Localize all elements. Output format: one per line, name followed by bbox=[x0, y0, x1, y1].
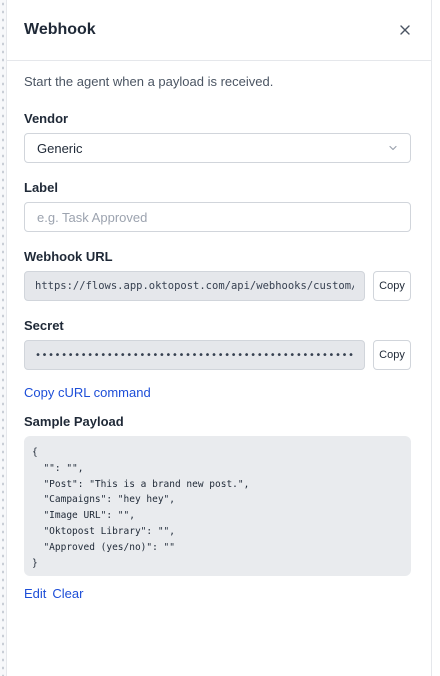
panel-body: Start the agent when a payload is receiv… bbox=[7, 74, 431, 601]
webhook-url-label: Webhook URL bbox=[24, 249, 113, 264]
edit-payload-link[interactable]: Edit bbox=[24, 586, 46, 601]
close-icon bbox=[400, 25, 410, 35]
webhook-settings-panel: Webhook Start the agent when a payload i… bbox=[7, 0, 432, 676]
vendor-label: Vendor bbox=[24, 111, 69, 126]
vendor-selected-value: Generic bbox=[37, 140, 83, 156]
payload-actions: Edit Clear bbox=[24, 586, 411, 601]
copy-curl-command-link[interactable]: Copy cURL command bbox=[24, 385, 411, 400]
secret-field[interactable]: ••••••••••••••••••••••••••••••••••••••••… bbox=[24, 340, 365, 370]
close-button[interactable] bbox=[397, 22, 413, 38]
label-field-label: Label bbox=[24, 180, 58, 195]
webhook-url-value: https://flows.app.oktopost.com/api/webho… bbox=[35, 280, 354, 292]
secret-label: Secret bbox=[24, 318, 64, 333]
panel-header: Webhook bbox=[7, 0, 431, 61]
sample-payload-code: { "": "", "Post": "This is a brand new p… bbox=[24, 436, 411, 576]
label-input[interactable] bbox=[24, 202, 411, 232]
copy-webhook-url-button[interactable]: Copy bbox=[373, 271, 411, 301]
panel-title: Webhook bbox=[24, 21, 96, 38]
panel-description: Start the agent when a payload is receiv… bbox=[24, 74, 274, 89]
sample-payload-label: Sample Payload bbox=[24, 414, 124, 429]
secret-value: ••••••••••••••••••••••••••••••••••••••••… bbox=[35, 349, 354, 361]
canvas-background bbox=[0, 0, 7, 676]
chevron-down-icon bbox=[389, 145, 397, 151]
clear-payload-link[interactable]: Clear bbox=[52, 586, 83, 601]
webhook-url-field[interactable]: https://flows.app.oktopost.com/api/webho… bbox=[24, 271, 365, 301]
secret-row: ••••••••••••••••••••••••••••••••••••••••… bbox=[24, 340, 411, 370]
vendor-select[interactable]: Generic bbox=[24, 133, 411, 163]
webhook-url-row: https://flows.app.oktopost.com/api/webho… bbox=[24, 271, 411, 301]
copy-secret-button[interactable]: Copy bbox=[373, 340, 411, 370]
